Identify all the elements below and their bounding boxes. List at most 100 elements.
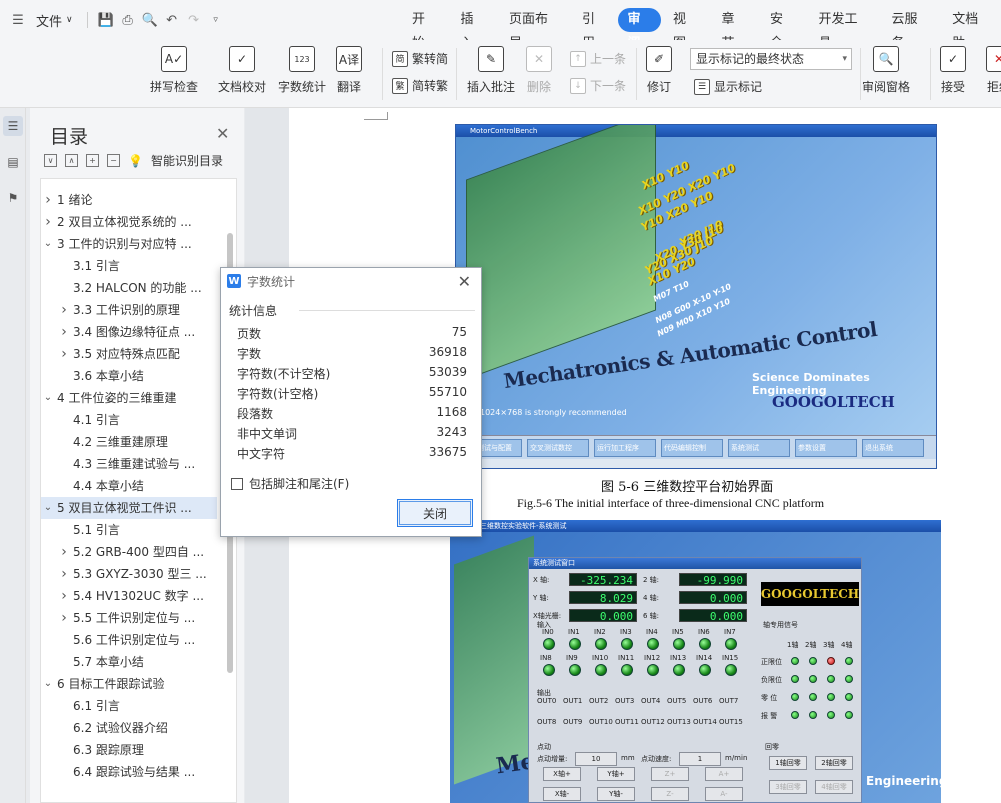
toc-item[interactable]: 3.1 引言 bbox=[57, 255, 217, 277]
tab-0[interactable]: 开始 bbox=[400, 8, 449, 51]
redo-icon[interactable]: ↷ bbox=[186, 12, 202, 28]
insert-comment-button[interactable]: ✎ 插入批注 bbox=[467, 46, 515, 95]
chevron-right-icon[interactable]: › bbox=[41, 211, 55, 233]
accept-button[interactable]: ✓ 接受 bbox=[940, 46, 966, 95]
translate-button[interactable]: A译 翻译 bbox=[336, 46, 362, 95]
signal-led bbox=[809, 657, 817, 665]
spellcheck-button[interactable]: A✓ 拼写检查 bbox=[150, 46, 198, 95]
tab-5[interactable]: 视图 bbox=[661, 8, 710, 51]
display-mode-select[interactable]: 显示标记的最终状态 ▾ bbox=[690, 48, 852, 70]
reject-label: 拒绝 bbox=[986, 80, 1001, 94]
tab-6[interactable]: 章节 bbox=[709, 8, 758, 51]
toc-item[interactable]: 4.4 本章小结 bbox=[57, 475, 217, 497]
toc-item[interactable]: › 2 双目立体视觉系统的 ... bbox=[41, 211, 217, 233]
toc-item[interactable]: 6.1 引言 bbox=[57, 695, 217, 717]
tab-3[interactable]: 引用 bbox=[570, 8, 619, 51]
toc-item[interactable]: 4.3 三维重建试验与 ... bbox=[57, 453, 217, 475]
tab-10[interactable]: 文档助 bbox=[940, 8, 1001, 51]
chevron-down-icon[interactable]: ⌄ bbox=[41, 233, 55, 255]
close-icon[interactable]: ✕ bbox=[458, 272, 471, 291]
chevron-right-icon[interactable]: › bbox=[57, 321, 71, 343]
toc-item[interactable]: 3.2 HALCON 的功能 ... bbox=[57, 277, 217, 299]
delete-comment-button[interactable]: ✕ 删除 bbox=[526, 46, 552, 95]
save-icon[interactable]: 💾 bbox=[98, 12, 114, 28]
toc-item[interactable]: ⌄ 4 工件位姿的三维重建 bbox=[41, 387, 217, 409]
axis-column-label: 4轴 bbox=[841, 641, 853, 649]
toc-item[interactable]: › 5.3 GXYZ-3030 型三 ... bbox=[57, 563, 217, 585]
undo-icon[interactable]: ↶ bbox=[164, 12, 180, 28]
reject-button[interactable]: ✕ 拒绝 bbox=[986, 46, 1001, 95]
toc-item[interactable]: 6.4 跟踪试验与结果 ... bbox=[57, 761, 217, 783]
chevron-right-icon[interactable]: › bbox=[57, 299, 71, 321]
toc-item[interactable]: 3.6 本章小结 bbox=[57, 365, 217, 387]
close-button[interactable]: 关闭 bbox=[397, 499, 473, 527]
chevron-right-icon[interactable]: › bbox=[57, 343, 71, 365]
toc-item[interactable]: ⌄ 3 工件的识别与对应特 ... bbox=[41, 233, 217, 255]
toc-item[interactable]: › 3.5 对应特殊点匹配 bbox=[57, 343, 217, 365]
toc-item[interactable]: 6.2 试验仪器介绍 bbox=[57, 717, 217, 739]
tab-7[interactable]: 安全 bbox=[758, 8, 807, 51]
toc-panel-icon[interactable]: ☰ bbox=[3, 116, 23, 136]
tab-2[interactable]: 页面布局 bbox=[497, 8, 570, 51]
output-label: OUT3 bbox=[615, 697, 635, 705]
toc-item[interactable]: 5.1 引言 bbox=[57, 519, 217, 541]
toc-item[interactable]: 4.2 三维重建原理 bbox=[57, 431, 217, 453]
checkbox-box[interactable] bbox=[231, 477, 243, 490]
toc-item[interactable]: › 3.3 工件识别的原理 bbox=[57, 299, 217, 321]
file-menu-button[interactable]: 文件 ∨ bbox=[32, 11, 77, 30]
show-markup-button[interactable]: ☰ 显示标记 bbox=[694, 78, 762, 95]
reject-icon: ✕ bbox=[986, 46, 1001, 72]
home-button: 1轴回零 bbox=[769, 756, 807, 770]
toc-item[interactable]: ⌄ 6 目标工件跟踪试验 bbox=[41, 673, 217, 695]
simp-to-trad-button[interactable]: 繁简转繁 bbox=[392, 77, 448, 94]
review-pane-button[interactable]: 🔍 审阅窗格 bbox=[862, 46, 910, 95]
chevron-right-icon[interactable]: › bbox=[41, 189, 55, 211]
toc-item[interactable]: › 5.5 工件识别定位与 ... bbox=[57, 607, 217, 629]
close-icon[interactable]: ✕ bbox=[216, 124, 229, 143]
print-preview-icon[interactable]: 🔍 bbox=[142, 12, 158, 28]
hamburger-icon[interactable]: ☰ bbox=[10, 12, 26, 28]
toc-item[interactable]: › 1 绪论 bbox=[41, 189, 217, 211]
add-icon[interactable]: + bbox=[86, 154, 99, 167]
prev-comment-button[interactable]: ↑ 上一条 bbox=[570, 50, 626, 67]
doc-proof-button[interactable]: ✓ 文档校对 bbox=[218, 46, 266, 95]
chevron-right-icon[interactable]: › bbox=[57, 607, 71, 629]
toc-item[interactable]: 5.7 本章小结 bbox=[57, 651, 217, 673]
chevron-right-icon[interactable]: › bbox=[57, 585, 71, 607]
axis-readout: -325.234 bbox=[569, 573, 637, 587]
smart-toc-button[interactable]: 智能识别目录 bbox=[151, 152, 223, 169]
tab-4[interactable]: 审阅 bbox=[618, 8, 661, 51]
customize-dropdown-icon[interactable]: ▿ bbox=[208, 12, 224, 28]
toc-item[interactable]: › 3.4 图像边缘特征点 ... bbox=[57, 321, 217, 343]
print-icon[interactable]: ⎙ bbox=[120, 12, 136, 28]
toc-item[interactable]: 6.3 跟踪原理 bbox=[57, 739, 217, 761]
chevron-down-icon[interactable]: ⌄ bbox=[41, 673, 55, 695]
input-led bbox=[699, 638, 711, 650]
tab-1[interactable]: 插入 bbox=[449, 8, 498, 51]
toc-item[interactable]: 5.6 工件识别定位与 ... bbox=[57, 629, 217, 651]
revise-button[interactable]: ✐ 修订 bbox=[646, 46, 672, 95]
chevron-right-icon[interactable]: › bbox=[57, 563, 71, 585]
include-footnotes-checkbox[interactable]: 包括脚注和尾注(F) bbox=[231, 475, 349, 492]
toc-item[interactable]: 4.1 引言 bbox=[57, 409, 217, 431]
toc-item-label: 3.4 图像边缘特征点 ... bbox=[73, 325, 196, 339]
chevron-down-icon[interactable]: ⌄ bbox=[41, 497, 55, 519]
tab-9[interactable]: 云服务 bbox=[879, 8, 940, 51]
tab-8[interactable]: 开发工具 bbox=[806, 8, 879, 51]
menu-bar: ☰ 文件∨ 💾 ⎙ 🔍 ↶ ↷ ▿ 开始插入页面布局引用审阅视图章节安全开发工具… bbox=[0, 0, 1001, 51]
word-count-button[interactable]: 123 字数统计 bbox=[278, 46, 326, 95]
chevron-right-icon[interactable]: › bbox=[57, 541, 71, 563]
remove-icon[interactable]: − bbox=[107, 154, 120, 167]
input-label: IN3 bbox=[620, 628, 632, 636]
bookmark-icon[interactable]: ⚑ bbox=[3, 188, 23, 208]
expand-all-icon[interactable]: ∧ bbox=[65, 154, 78, 167]
page-thumbnails-icon[interactable]: ▤ bbox=[3, 152, 23, 172]
toc-item[interactable]: › 5.4 HV1302UC 数字 ... bbox=[57, 585, 217, 607]
chevron-down-icon[interactable]: ⌄ bbox=[41, 387, 55, 409]
collapse-all-icon[interactable]: ∨ bbox=[44, 154, 57, 167]
trad-to-simp-button[interactable]: 简繁转简 bbox=[392, 50, 448, 67]
next-comment-button[interactable]: ↓ 下一条 bbox=[570, 77, 626, 94]
page-corner-mark bbox=[364, 112, 388, 120]
toc-item[interactable]: › 5.2 GRB-400 型四自 ... bbox=[57, 541, 217, 563]
toc-item[interactable]: ⌄ 5 双目立体视觉工件识 ... bbox=[41, 497, 217, 519]
